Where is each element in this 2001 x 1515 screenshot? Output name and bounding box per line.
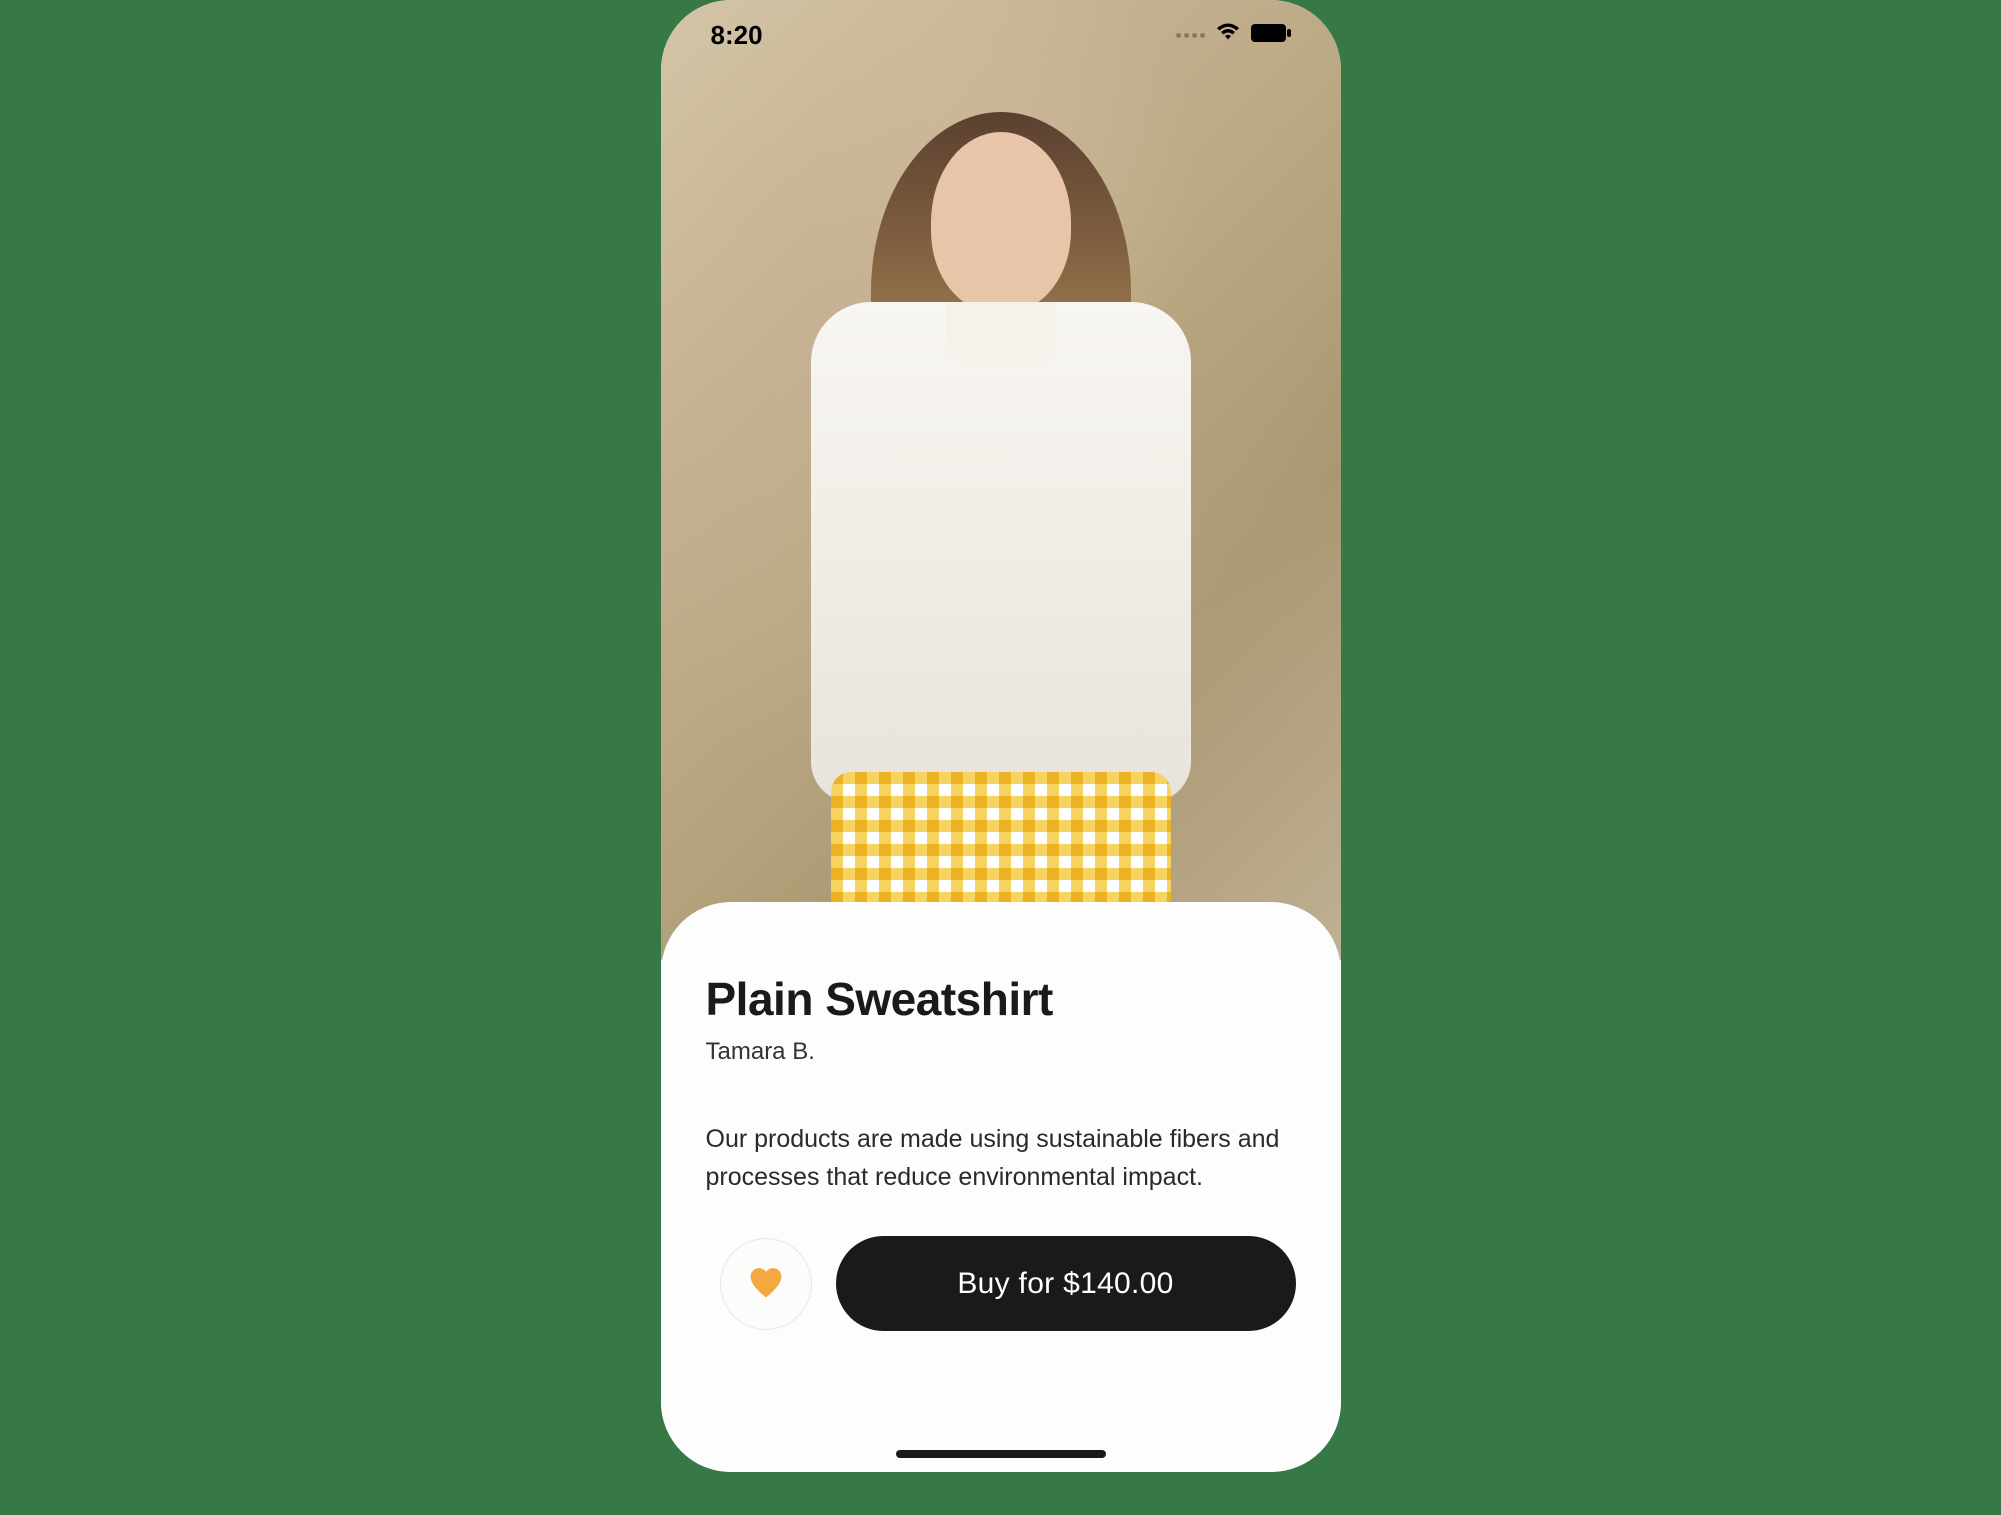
status-time: 8:20	[711, 20, 763, 51]
product-author: Tamara B.	[706, 1038, 1296, 1066]
status-icons	[1176, 23, 1291, 48]
product-description: Our products are made using sustainable …	[706, 1121, 1296, 1196]
product-details-sheet: Plain Sweatshirt Tamara B. Our products …	[661, 902, 1341, 1472]
action-row: Buy for $140.00	[706, 1236, 1296, 1331]
product-image	[661, 0, 1341, 960]
phone-frame: 8:20	[661, 0, 1341, 1472]
heart-icon	[747, 1265, 785, 1302]
status-bar: 8:20	[661, 0, 1341, 70]
cellular-dots-icon	[1176, 33, 1205, 38]
model-illustration	[801, 132, 1201, 960]
product-title: Plain Sweatshirt	[706, 972, 1296, 1026]
home-indicator[interactable]	[896, 1450, 1106, 1458]
battery-icon	[1251, 24, 1291, 47]
wifi-icon	[1215, 23, 1241, 48]
favorite-button[interactable]	[720, 1238, 812, 1330]
buy-button[interactable]: Buy for $140.00	[836, 1236, 1296, 1331]
